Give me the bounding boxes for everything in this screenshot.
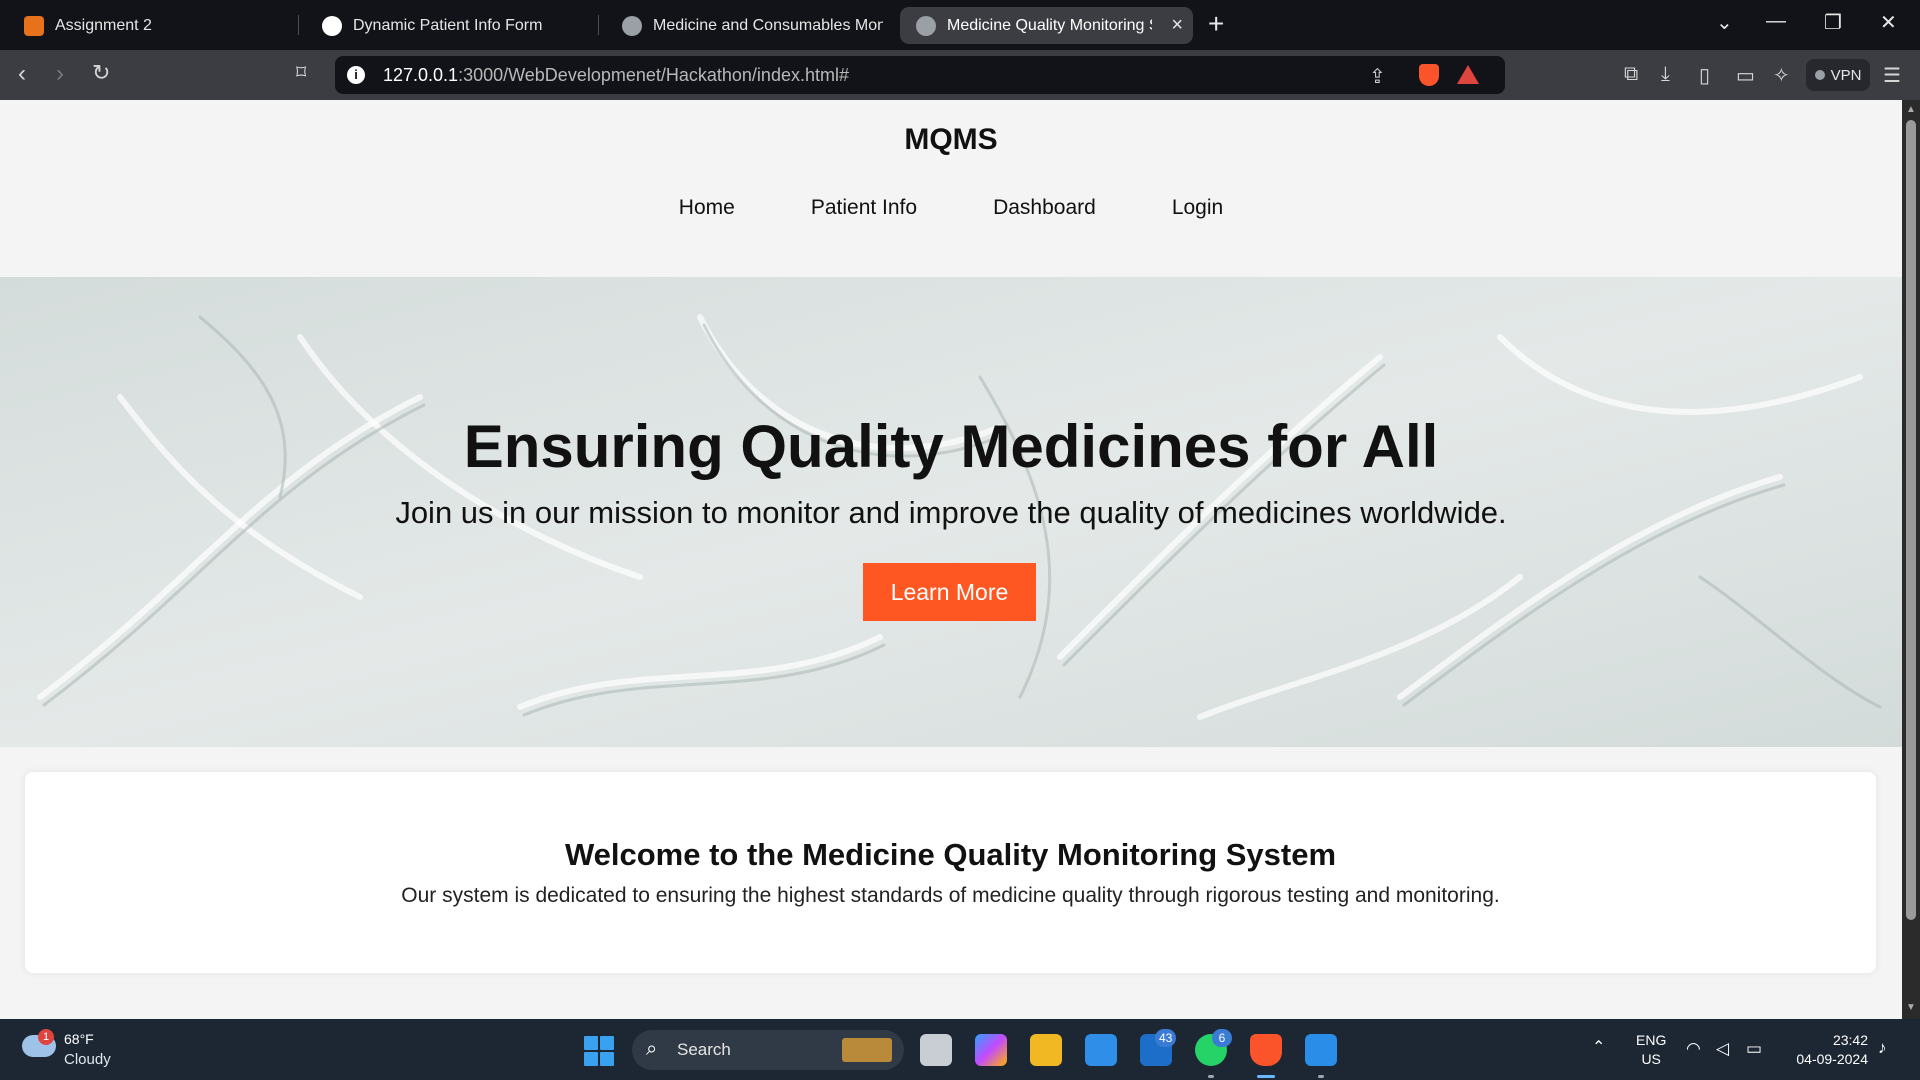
tab-dynamic-patient-info-form[interactable]: Dynamic Patient Info Form [306,7,596,44]
sidebar-icon[interactable]: ▯ [1699,63,1710,88]
restore-button[interactable]: ❐ [1824,10,1842,35]
scroll-down-icon[interactable]: ▼ [1906,1002,1916,1013]
page-viewport: MQMS Home Patient Info Dashboard Login E… [0,100,1902,1019]
url-path: :3000/WebDevelopmenet/Hackathon/index.ht… [458,65,849,85]
nav-link-login[interactable]: Login [1172,196,1223,220]
globe-icon [916,16,936,36]
search-label: Search [677,1040,731,1059]
wallet-icon[interactable]: ▭ [1736,63,1755,88]
task-view-icon[interactable] [920,1034,952,1066]
site-header: MQMS Home Patient Info Dashboard Login [0,100,1902,277]
whatsapp-badge: 6 [1212,1029,1232,1047]
forward-button[interactable]: › [56,60,64,88]
volume-icon[interactable]: ◁ [1716,1039,1729,1059]
windows-taskbar: 1 68°F Cloudy ⌕ Search 43 6 ⌃ ENG US ◠ ◁… [0,1019,1920,1080]
hero-section: Ensuring Quality Medicines for All Join … [0,277,1902,747]
language-indicator[interactable]: ENG US [1636,1031,1666,1069]
menu-icon[interactable]: ☰ [1883,63,1901,88]
nav-link-patient-info[interactable]: Patient Info [811,196,917,220]
tab-search-chevron-icon[interactable]: ⌄ [1716,10,1733,35]
nav-link-home[interactable]: Home [679,196,735,220]
brave-browser-icon[interactable] [1250,1034,1282,1066]
brave-shields-icon[interactable] [1419,64,1439,86]
windows-logo-pane [600,1052,614,1066]
taskbar-search[interactable]: ⌕ Search [632,1030,904,1070]
hero-title: Ensuring Quality Medicines for All [463,413,1439,480]
copilot-icon[interactable] [975,1034,1007,1066]
language-code: ENG [1636,1032,1667,1048]
welcome-title: Welcome to the Medicine Quality Monitori… [564,837,1337,872]
weather-condition: Cloudy [64,1051,111,1068]
classroom-icon [24,16,44,36]
bookmark-icon[interactable]: ⌑ [296,60,306,85]
close-tab-icon[interactable]: × [1171,14,1183,37]
share-icon[interactable]: ⇪ [1369,64,1386,89]
running-indicator [1318,1075,1324,1078]
temperature: 68°F [64,1031,94,1047]
chatgpt-icon [322,16,342,36]
leo-ai-icon[interactable]: ✧ [1773,63,1790,88]
search-icon: ⌕ [646,1038,658,1060]
running-indicator [1208,1075,1214,1078]
url-host: 127.0.0.1 [383,65,459,85]
mail-icon[interactable] [1085,1034,1117,1066]
tab-separator [298,15,299,35]
notification-bell-icon[interactable]: ♪ [1878,1038,1887,1058]
close-window-button[interactable]: ✕ [1880,10,1897,35]
vpn-status-icon [1814,70,1825,80]
clock-time: 23:42 [1832,1032,1868,1048]
download-icon[interactable]: ⤓ [1661,63,1670,86]
windows-logo-pane [584,1036,598,1050]
windows-logo-pane [600,1036,614,1050]
wifi-icon[interactable]: ◠ [1686,1039,1701,1059]
tab-separator [598,15,599,35]
welcome-text: Our system is dedicated to ensuring the … [401,884,1500,907]
outlook-badge: 43 [1155,1029,1177,1047]
chevron-up-icon[interactable]: ⌃ [1592,1037,1605,1057]
windows-logo-pane [584,1052,598,1066]
reload-button[interactable]: ↻ [92,60,110,86]
site-info-icon[interactable]: i [347,66,365,84]
tab-title: Medicine Quality Monitoring System [947,17,1152,34]
region-code: US [1641,1051,1661,1067]
site-logo[interactable]: MQMS [0,123,1902,157]
url-text: 127.0.0.1:3000/WebDevelopmenet/Hackathon… [383,65,849,86]
tab-medicine-consumables[interactable]: Medicine and Consumables Monitoring [606,7,892,44]
tab-title: Assignment 2 [55,17,152,34]
scrollbar-thumb[interactable] [1906,120,1916,920]
brave-rewards-icon[interactable] [1457,65,1479,84]
browser-tab-strip: Assignment 2 Dynamic Patient Info Form M… [0,0,1920,50]
extensions-icon[interactable]: ⧉ [1624,63,1638,86]
system-clock[interactable]: 23:42 04-09-2024 [1780,1031,1868,1069]
address-bar[interactable]: i 127.0.0.1:3000/WebDevelopmenet/Hackath… [335,56,1505,94]
minimize-button[interactable]: — [1766,10,1786,33]
search-highlight-image [842,1038,892,1062]
vscode-icon[interactable] [1305,1034,1337,1066]
nav-link-dashboard[interactable]: Dashboard [993,196,1096,220]
browser-toolbar: ‹ › ↻ ⌑ i 127.0.0.1:3000/WebDevelopmenet… [0,50,1920,100]
tab-medicine-quality-monitoring[interactable]: Medicine Quality Monitoring System × [900,7,1193,44]
page-scrollbar[interactable]: ▲ ▼ [1902,100,1920,1019]
tab-title: Dynamic Patient Info Form [353,17,543,34]
main-nav: Home Patient Info Dashboard Login [0,196,1902,220]
vpn-label: VPN [1830,66,1862,84]
learn-more-button[interactable]: Learn More [863,563,1036,621]
file-explorer-icon[interactable] [1030,1034,1062,1066]
tab-title: Medicine and Consumables Monitoring [653,17,883,34]
welcome-card: Welcome to the Medicine Quality Monitori… [25,772,1876,973]
back-button[interactable]: ‹ [18,60,26,88]
clock-date: 04-09-2024 [1796,1051,1868,1067]
scroll-up-icon[interactable]: ▲ [1906,104,1916,115]
battery-icon[interactable]: ▭ [1746,1039,1762,1059]
start-button[interactable] [584,1036,614,1066]
vpn-button[interactable]: VPN [1806,59,1870,91]
new-tab-button[interactable]: + [1208,8,1224,40]
active-indicator [1257,1075,1275,1078]
weather-badge: 1 [38,1029,54,1045]
globe-icon [622,16,642,36]
tab-assignment-2[interactable]: Assignment 2 [8,7,288,44]
hero-subtitle: Join us in our mission to monitor and im… [395,495,1507,530]
